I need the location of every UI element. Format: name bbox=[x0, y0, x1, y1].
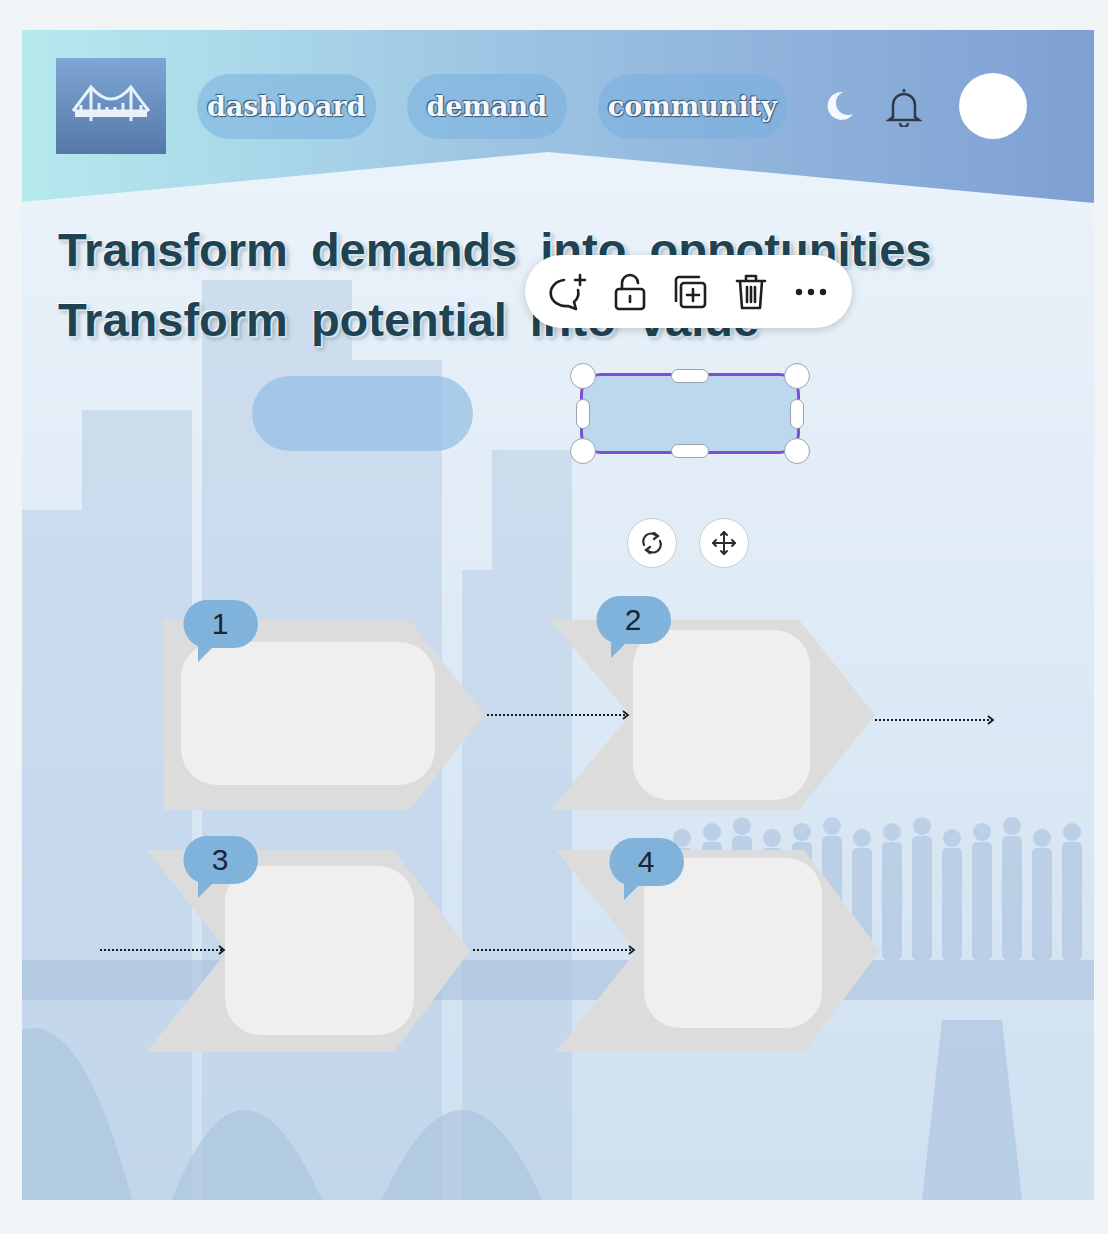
resize-handle[interactable] bbox=[570, 438, 596, 464]
logo[interactable] bbox=[56, 58, 166, 154]
duplicate-icon[interactable] bbox=[670, 272, 710, 312]
resize-handle[interactable] bbox=[784, 438, 810, 464]
rotate-button[interactable] bbox=[627, 518, 677, 568]
resize-handle[interactable] bbox=[784, 363, 810, 389]
step-content-box[interactable] bbox=[633, 630, 810, 800]
step-number: 1 bbox=[182, 600, 258, 648]
unlock-icon[interactable] bbox=[612, 272, 648, 312]
dotted-arrow bbox=[100, 944, 226, 956]
move-button[interactable] bbox=[699, 518, 749, 568]
avatar[interactable] bbox=[959, 73, 1027, 139]
step-badge: 2 bbox=[595, 596, 671, 658]
dotted-arrow bbox=[487, 709, 630, 721]
resize-handle[interactable] bbox=[671, 369, 709, 383]
dotted-arrow bbox=[875, 714, 995, 726]
step-badge: 1 bbox=[182, 600, 258, 662]
step-badge: 4 bbox=[608, 838, 684, 900]
step-content-box[interactable] bbox=[181, 642, 435, 785]
nav-pill[interactable]: demand bbox=[407, 74, 567, 139]
resize-handle[interactable] bbox=[576, 399, 590, 429]
resize-handle[interactable] bbox=[790, 399, 804, 429]
process-step[interactable]: 1 bbox=[164, 620, 485, 810]
rotate-icon[interactable] bbox=[638, 529, 666, 557]
nav-pill[interactable]: community bbox=[598, 74, 787, 139]
step-number: 4 bbox=[608, 838, 684, 886]
step-badge: 3 bbox=[182, 836, 258, 898]
add-comment-icon[interactable] bbox=[546, 272, 590, 312]
more-icon[interactable] bbox=[791, 282, 831, 302]
resize-handle[interactable] bbox=[570, 363, 596, 389]
header-icons bbox=[821, 73, 1027, 139]
resize-handle[interactable] bbox=[671, 444, 709, 458]
step-content-box[interactable] bbox=[225, 866, 414, 1035]
moon-icon[interactable] bbox=[821, 88, 857, 124]
move-icon[interactable] bbox=[710, 529, 738, 557]
step-content-box[interactable] bbox=[644, 858, 822, 1028]
rounded-shape[interactable] bbox=[583, 376, 797, 451]
dotted-arrow bbox=[473, 944, 636, 956]
process-step[interactable]: 4 bbox=[556, 850, 880, 1052]
top-bar: dashboard demand community bbox=[56, 58, 1027, 154]
step-number: 2 bbox=[595, 596, 671, 644]
step-number: 3 bbox=[182, 836, 258, 884]
rounded-shape[interactable] bbox=[252, 376, 473, 451]
nav-bar: dashboard demand community bbox=[197, 74, 787, 139]
element-toolbar bbox=[525, 255, 852, 328]
process-step[interactable]: 2 bbox=[550, 620, 875, 810]
nav-pill[interactable]: dashboard bbox=[197, 74, 376, 139]
design-canvas[interactable]: dashboarddemandcommunityTransform demand… bbox=[22, 30, 1094, 1200]
bridge-icon bbox=[71, 81, 151, 131]
process-step[interactable]: 3 bbox=[147, 850, 470, 1052]
bell-icon[interactable] bbox=[885, 85, 923, 127]
delete-icon[interactable] bbox=[733, 272, 769, 312]
